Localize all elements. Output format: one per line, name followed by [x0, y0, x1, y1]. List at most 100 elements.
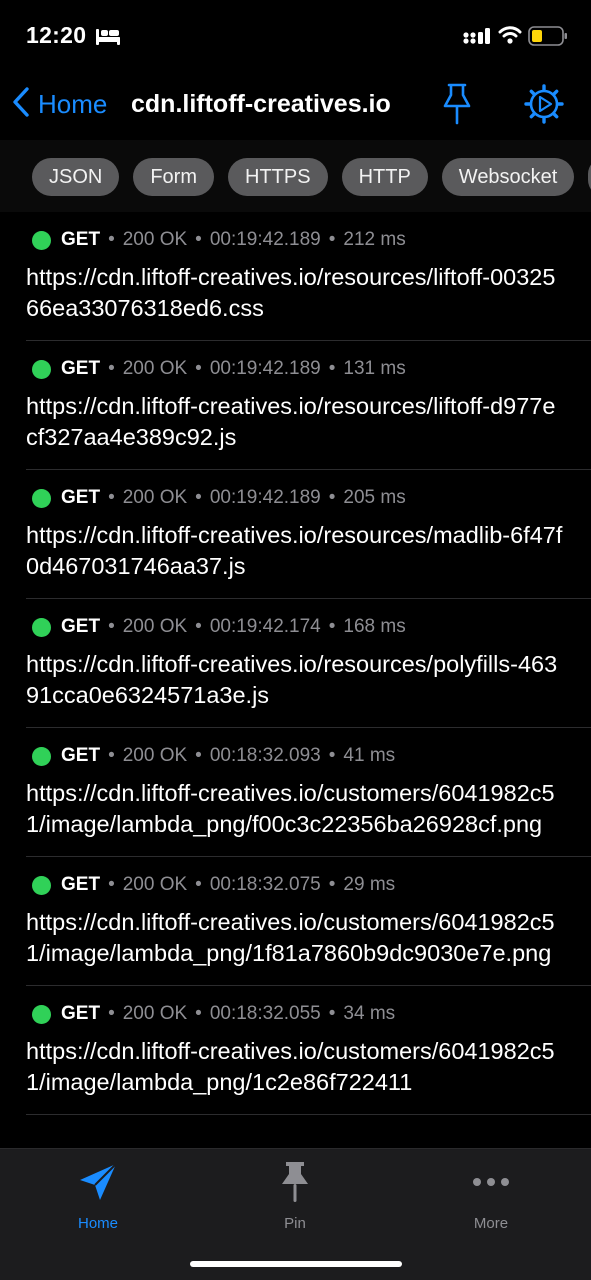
- page-title: cdn.liftoff-creatives.io: [131, 90, 391, 118]
- paper-plane-icon: [28, 1159, 168, 1205]
- tab-more-label: More: [473, 1215, 509, 1232]
- request-method: GET: [61, 745, 101, 766]
- status-dot-icon: [32, 617, 51, 637]
- filter-chip[interactable]: HTTP: [341, 158, 428, 196]
- navigation-header: Home cdn.liftoff-creatives.io: [0, 72, 591, 140]
- request-duration: 168 ms: [343, 616, 406, 637]
- request-meta: GET • 200 OK • 00:19:42.189 • 131 ms: [26, 357, 565, 381]
- separator-dot: •: [108, 1003, 115, 1024]
- back-button[interactable]: Home: [12, 84, 107, 124]
- tab-pin[interactable]: Pin: [225, 1159, 365, 1239]
- request-url: https://cdn.liftoff-creatives.io/resourc…: [26, 264, 556, 321]
- separator-dot: •: [328, 487, 336, 508]
- status-bar: 12:20: [0, 0, 591, 72]
- status-dot-icon: [32, 359, 51, 379]
- request-row[interactable]: GET • 200 OK • 00:18:32.093 • 41 ms https://cdn…: [0, 728, 591, 856]
- request-meta: GET • 200 OK • 00:19:42.174 • 168 ms: [26, 615, 565, 639]
- request-duration: 34 ms: [343, 1003, 396, 1024]
- separator-dot: •: [328, 358, 336, 379]
- request-row[interactable]: GET • 200 OK • 00:19:42.174 • 168 ms https://cd…: [0, 599, 591, 727]
- back-label: Home: [38, 88, 108, 119]
- request-method: GET: [61, 616, 101, 637]
- request-meta: GET • 200 OK • 00:18:32.093 • 41 ms: [26, 744, 565, 768]
- filter-chip[interactable]: JSON: [32, 158, 120, 196]
- wifi-icon: [498, 25, 522, 50]
- request-time: 00:18:32.055: [209, 1003, 321, 1024]
- separator-dot: •: [195, 229, 202, 250]
- status-dot-icon: [32, 746, 51, 766]
- filter-chip[interactable]: HTTPS: [228, 158, 328, 196]
- separator-dot: •: [328, 616, 336, 637]
- request-row[interactable]: GET • 200 OK • 00:19:42.189 • 205 ms https://cd…: [0, 470, 591, 598]
- filter-chips: JSON Form HTTPS HTTP Websocket: [32, 158, 591, 196]
- request-list[interactable]: GET • 200 OK • 00:19:42.189 • 212 ms https://cd…: [0, 212, 591, 1148]
- request-method: GET: [61, 1003, 101, 1024]
- separator-dot: •: [108, 616, 115, 637]
- request-row[interactable]: GET • 200 OK • 00:19:42.189 • 212 ms https://cd…: [0, 212, 591, 340]
- filter-bar: JSON Form HTTPS HTTP Websocket: [0, 140, 591, 212]
- request-time: 00:19:42.174: [209, 616, 321, 637]
- request-status: 200 OK: [122, 1003, 188, 1024]
- request-meta: GET • 200 OK • 00:19:42.189 • 212 ms: [26, 228, 565, 252]
- home-indicator: [190, 1261, 402, 1267]
- cellular-signal-icon: [463, 27, 491, 50]
- request-method: GET: [61, 358, 101, 379]
- tab-home-label: Home: [77, 1215, 118, 1232]
- pushpin-icon: [440, 83, 474, 130]
- chevron-left-icon: [12, 86, 30, 123]
- separator-dot: •: [195, 1003, 202, 1024]
- request-time: 00:19:42.189: [209, 487, 321, 508]
- status-time: 12:20: [26, 22, 87, 48]
- pushpin-icon: [225, 1159, 365, 1205]
- separator-dot: •: [328, 745, 336, 766]
- gear-play-icon: [524, 84, 564, 128]
- status-dot-icon: [32, 488, 51, 508]
- separator-dot: •: [328, 229, 336, 250]
- request-url: https://cdn.liftoff-creatives.io/resourc…: [26, 651, 558, 708]
- request-status: 200 OK: [122, 487, 188, 508]
- tab-pin-label: Pin: [284, 1215, 306, 1232]
- request-method: GET: [61, 487, 101, 508]
- pin-button[interactable]: [440, 82, 474, 126]
- request-row[interactable]: GET • 200 OK • 00:19:42.189 • 131 ms https://cd…: [0, 341, 591, 469]
- request-status: 200 OK: [122, 616, 188, 637]
- request-method: GET: [61, 874, 101, 895]
- tab-more[interactable]: More: [421, 1159, 561, 1239]
- filter-chip[interactable]: Websocket: [441, 158, 575, 196]
- request-status: 200 OK: [122, 874, 188, 895]
- request-row[interactable]: GET • 200 OK • 00:18:32.075 • 29 ms https://cdn…: [0, 857, 591, 985]
- battery-icon: [528, 25, 568, 52]
- separator-dot: •: [328, 1003, 336, 1024]
- request-time: 00:18:32.075: [209, 874, 321, 895]
- status-dot-icon: [32, 875, 51, 895]
- separator-dot: •: [108, 874, 115, 895]
- status-dot-icon: [32, 1004, 51, 1024]
- request-status: 200 OK: [122, 358, 188, 379]
- request-row[interactable]: GET • 200 OK • 00:18:32.055 • 34 ms https://cdn…: [0, 986, 591, 1114]
- request-duration: 212 ms: [343, 229, 406, 250]
- filter-chip[interactable]: Form: [133, 158, 215, 196]
- separator-dot: •: [108, 229, 115, 250]
- sleep-mode-icon: [95, 26, 121, 51]
- request-time: 00:19:42.189: [209, 229, 321, 250]
- request-meta: GET • 200 OK • 00:19:42.189 • 205 ms: [26, 486, 565, 510]
- request-status: 200 OK: [122, 745, 188, 766]
- tab-home[interactable]: Home: [28, 1159, 168, 1239]
- request-url: https://cdn.liftoff-creatives.io/custome…: [26, 780, 555, 837]
- separator-dot: •: [195, 745, 202, 766]
- separator-dot: •: [108, 487, 115, 508]
- request-url: https://cdn.liftoff-creatives.io/custome…: [26, 1038, 555, 1095]
- ellipsis-icon: [421, 1159, 561, 1205]
- settings-button[interactable]: [524, 84, 564, 124]
- request-url: https://cdn.liftoff-creatives.io/custome…: [26, 909, 555, 966]
- app-screen: 12:20 Home cdn.liftoff-creatives.io JSON…: [0, 0, 591, 1280]
- request-meta: GET • 200 OK • 00:18:32.075 • 29 ms: [26, 873, 565, 897]
- request-url: https://cdn.liftoff-creatives.io/resourc…: [26, 522, 563, 579]
- separator-dot: •: [328, 874, 336, 895]
- separator-dot: •: [195, 616, 202, 637]
- request-time: 00:18:32.093: [209, 745, 321, 766]
- request-status: 200 OK: [122, 229, 188, 250]
- request-duration: 41 ms: [343, 745, 396, 766]
- tab-bar: Home Pin More: [0, 1148, 591, 1280]
- separator-dot: •: [108, 358, 115, 379]
